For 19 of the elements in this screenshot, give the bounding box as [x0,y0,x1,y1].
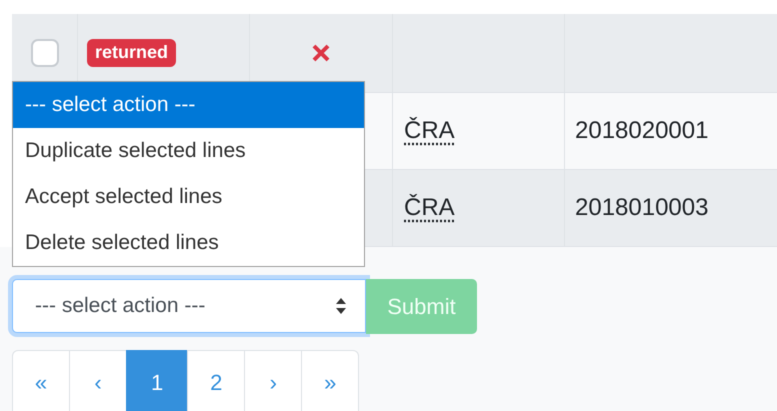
cross-icon [312,44,330,62]
dropdown-option[interactable]: Delete selected lines [13,220,364,266]
page-link[interactable]: › [244,350,302,411]
dropdown-option[interactable]: Duplicate selected lines [13,128,364,174]
page-link[interactable]: « [12,350,70,411]
status-badge: returned [87,39,176,67]
action-select[interactable]: --- select action --- [12,279,366,333]
table-cell: 2018010003 [575,194,708,222]
page-link[interactable]: 2 [187,350,246,411]
page-link[interactable]: 1 [126,350,188,411]
page-link[interactable]: ‹ [69,350,127,411]
table-cell: ČRA [404,194,455,222]
page-link[interactable]: » [301,350,360,411]
table-cell: ČRA [404,117,455,145]
sort-arrows-icon [335,297,347,315]
table-cell: 2018020001 [575,117,708,145]
dropdown-option[interactable]: Accept selected lines [13,174,364,220]
dropdown-option[interactable]: --- select action --- [13,82,364,128]
row-checkbox[interactable] [30,39,58,67]
